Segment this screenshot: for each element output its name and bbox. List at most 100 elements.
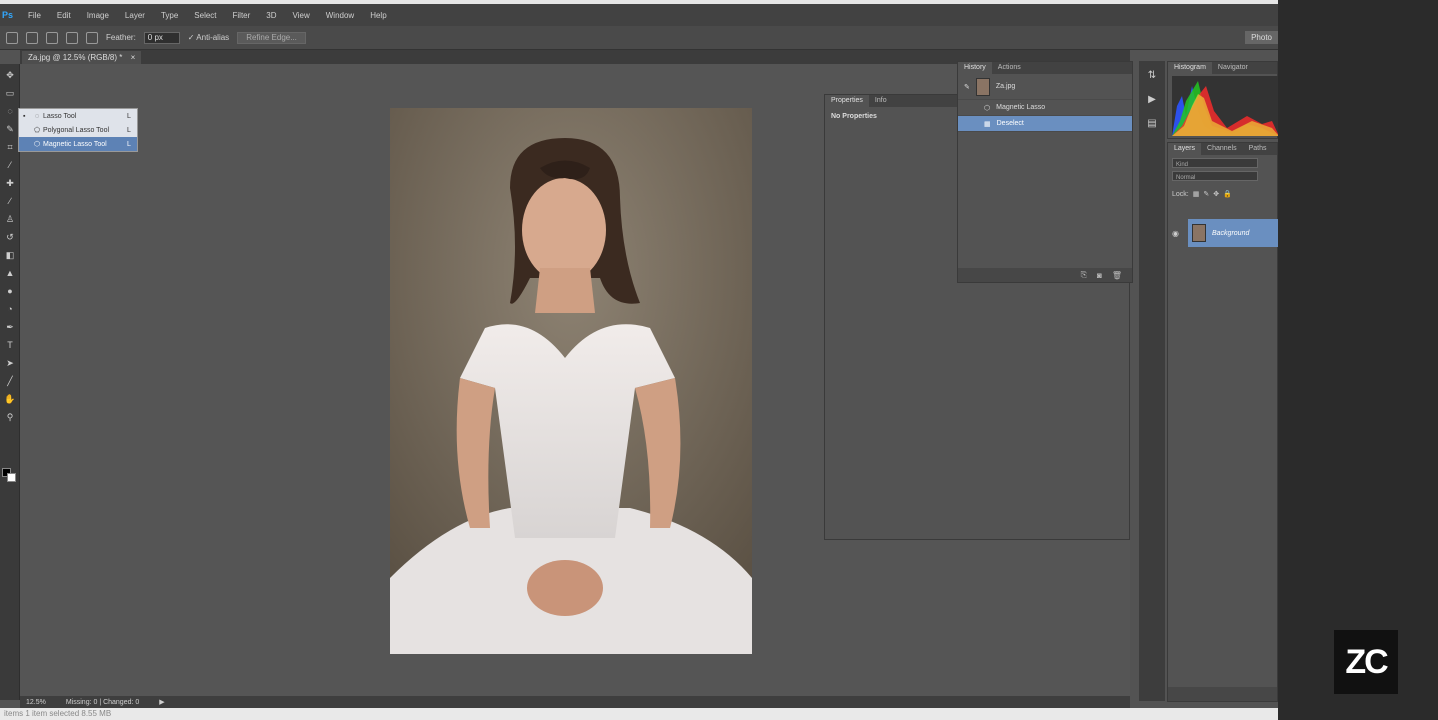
panel-dock: ⇅ ▶ ▤ [1139,61,1165,701]
menu-image[interactable]: Image [79,11,117,20]
video-letterbox [1278,0,1438,720]
layer-name: Background [1212,229,1250,237]
tab-actions[interactable]: Actions [992,62,1027,74]
document-tab[interactable]: Za.jpg @ 12.5% (RGB/8) * × [22,51,142,64]
tab-channels[interactable]: Channels [1201,143,1243,155]
menu-view[interactable]: View [285,11,318,20]
menu-layer[interactable]: Layer [117,11,153,20]
history-brush-tool-icon[interactable]: ↺ [3,230,17,244]
lock-pixels-icon[interactable]: ▦ [1193,190,1200,198]
eye-visibility-icon[interactable]: ◉ [1172,229,1179,238]
gradient-tool-icon[interactable]: ▲ [3,266,17,280]
tab-info[interactable]: Info [869,95,893,107]
magnetic-lasso-icon: ⬡ [33,141,41,148]
type-tool-icon[interactable]: T [3,338,17,352]
tab-navigator[interactable]: Navigator [1212,62,1254,74]
subtract-selection-icon[interactable] [66,31,78,44]
eraser-tool-icon[interactable]: ◧ [3,248,17,262]
layers-tabs: Layers Channels Paths [1168,143,1277,155]
move-tool-icon[interactable]: ✥ [3,68,17,82]
lock-row: Lock: ▦ ✎ ✥ 🔒 [1168,184,1277,204]
refine-edge-button[interactable]: Refine Edge... [237,31,306,44]
line-tool-icon[interactable]: ╱ [3,374,17,388]
layer-row-background[interactable]: Background [1188,219,1278,247]
flyout-item-lasso[interactable]: ▪ ◌ Lasso Tool L [19,109,137,123]
tab-history[interactable]: History [958,62,992,74]
logo-text: ZC [1345,642,1388,681]
histogram-panel: Histogram Navigator [1167,61,1278,139]
channel-logo: ZC [1334,630,1398,694]
menu-file[interactable]: File [20,11,49,20]
history-state-magnetic-lasso[interactable]: ⬡ Magnetic Lasso [958,100,1132,116]
flyout-item-label: Lasso Tool [43,112,77,120]
history-state-deselect[interactable]: ▦ Deselect [958,116,1132,132]
camera-snapshot-icon[interactable]: ◙ [1097,271,1102,280]
app-badge: Ps [2,10,14,20]
crop-tool-icon[interactable]: ⌗ [3,140,17,154]
anti-alias-label: Anti-alias [196,33,230,42]
close-tab-icon[interactable]: × [131,53,136,62]
background-color-swatch[interactable] [7,473,16,482]
new-document-from-state-icon[interactable]: ⎘ [1081,270,1087,280]
document-photo[interactable] [390,108,752,654]
flyout-item-polygonal-lasso[interactable]: ⬠ Polygonal Lasso Tool L [19,123,137,137]
hand-tool-icon[interactable]: ✋ [3,392,17,406]
menu-edit[interactable]: Edit [49,11,79,20]
intersect-selection-icon[interactable] [86,31,98,44]
blend-mode-label: Normal [1176,175,1196,181]
kind-filter-label: Kind [1176,162,1189,168]
tab-histogram[interactable]: Histogram [1168,62,1212,74]
magnetic-lasso-icon: ⬡ [984,104,991,112]
tab-properties[interactable]: Properties [825,95,869,107]
zoom-tool-icon[interactable]: ⚲ [3,410,17,424]
blend-mode-dropdown[interactable]: Normal [1172,171,1258,181]
history-brush-source-icon[interactable]: ✎ [964,83,970,91]
kind-filter-dropdown[interactable]: Kind [1172,158,1258,168]
menu-3d[interactable]: 3D [258,11,284,20]
stamp-tool-icon[interactable]: ♙ [3,212,17,226]
lock-position-icon[interactable]: ✥ [1213,190,1219,198]
marquee-tool-icon[interactable]: ▭ [3,86,17,100]
properties-dock-icon[interactable]: ▤ [1143,115,1161,133]
lasso-preset-icon[interactable] [6,31,18,44]
status-bar: 12.5% Missing: 0 | Changed: 0 ▶ [20,696,1130,708]
tab-layers[interactable]: Layers [1168,143,1202,155]
feather-input[interactable]: 0 px [143,31,180,44]
new-selection-icon[interactable] [26,31,38,44]
actions-dock-icon[interactable]: ▶ [1143,91,1161,109]
lasso-tool-icon[interactable]: ◌ [3,104,17,118]
lasso-icon: ◌ [34,112,40,120]
tab-paths[interactable]: Paths [1243,143,1273,155]
add-selection-icon[interactable] [46,31,58,44]
dodge-tool-icon[interactable]: ◔ [3,302,17,316]
menu-type[interactable]: Type [153,11,186,20]
anti-alias-checkbox[interactable]: ✓ Anti-alias [188,33,229,42]
history-snapshot[interactable]: ✎ Za.jpg [958,74,1132,100]
brush-tool-icon[interactable]: ∕ [3,194,17,208]
trash-icon[interactable]: 🗑 [1112,271,1122,280]
lock-all-icon[interactable]: 🔒 [1223,190,1232,198]
history-dock-icon[interactable]: ⇅ [1143,67,1161,85]
menu-select[interactable]: Select [186,11,224,20]
eyedropper-tool-icon[interactable]: ⁄ [3,158,17,172]
healing-tool-icon[interactable]: ✚ [3,176,17,190]
lock-paint-icon[interactable]: ✎ [1203,190,1209,198]
menu-window[interactable]: Window [318,11,362,20]
menu-filter[interactable]: Filter [225,11,259,20]
blur-tool-icon[interactable]: ● [3,284,17,298]
bride-portrait-image [390,108,752,654]
history-footer: ⎘ ◙ 🗑 [958,268,1132,282]
flyout-item-label: Magnetic Lasso Tool [43,140,107,148]
zoom-level[interactable]: 12.5% [26,699,46,706]
quick-select-tool-icon[interactable]: ✎ [3,122,17,136]
path-select-tool-icon[interactable]: ➤ [3,356,17,370]
layers-panel: Layers Channels Paths Kind Normal Lock: … [1167,142,1278,702]
workspace-switcher[interactable]: Photo [1245,31,1278,44]
feather-label: Feather: [106,33,136,42]
histogram-tabs: Histogram Navigator [1168,62,1277,74]
flyout-item-magnetic-lasso[interactable]: ⬡ Magnetic Lasso Tool L [19,137,137,151]
pen-tool-icon[interactable]: ✒ [3,320,17,334]
status-menu-arrow-icon[interactable]: ▶ [159,698,164,706]
photoshop-window: Ps File Edit Image Layer Type Select Fil… [0,0,1278,720]
menu-help[interactable]: Help [362,11,394,20]
